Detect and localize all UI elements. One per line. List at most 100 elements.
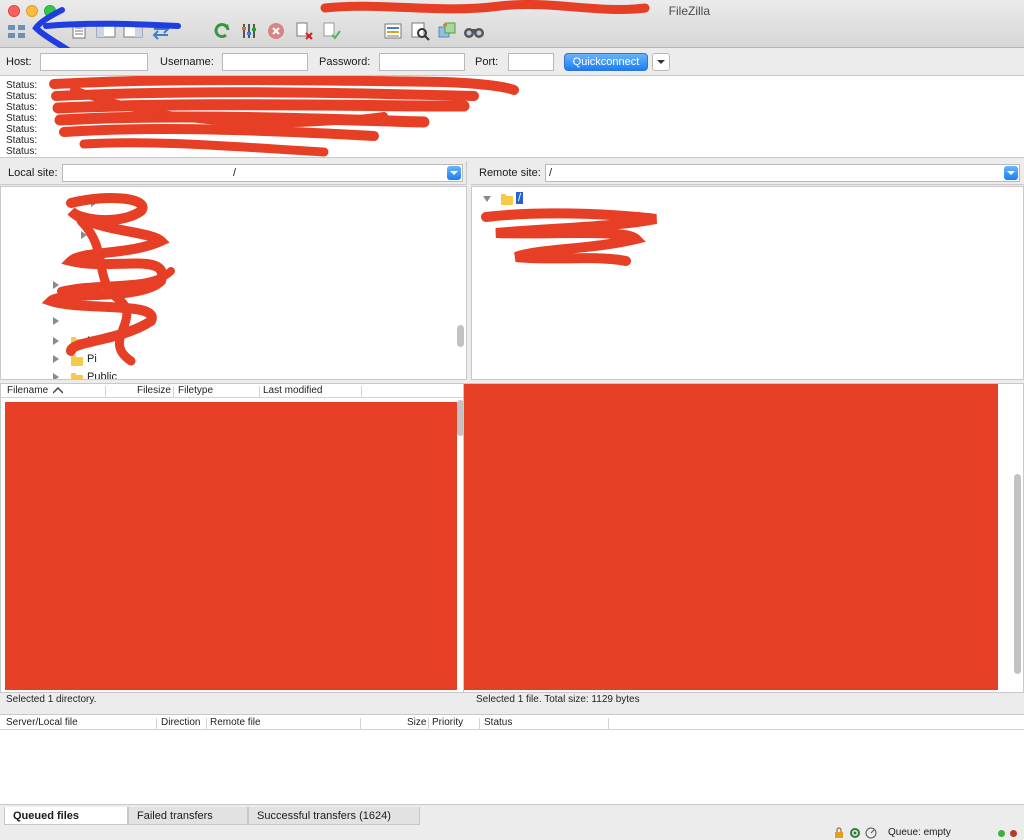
local-site-path-input[interactable]: / (62, 164, 463, 182)
collapse-arrow-icon[interactable] (483, 196, 491, 202)
message-log-icon[interactable] (68, 20, 90, 42)
local-tree-scrollbar[interactable] (457, 325, 464, 347)
window-zoom-button[interactable] (44, 5, 56, 17)
column-separator (173, 386, 174, 397)
expand-arrow-icon[interactable] (91, 199, 97, 207)
quickconnect-history-dropdown[interactable] (652, 53, 670, 71)
tree-item-label: ster (632, 210, 651, 222)
column-separator (428, 718, 429, 729)
column-status[interactable]: Status (484, 717, 512, 728)
remote-tree-icon[interactable] (122, 20, 144, 42)
expand-arrow-icon[interactable] (53, 355, 59, 363)
local-site-dropdown[interactable] (447, 166, 461, 180)
chevron-down-icon (450, 171, 458, 175)
log-line: Status: (6, 135, 38, 146)
username-input[interactable] (222, 53, 308, 71)
window-close-button[interactable] (8, 5, 20, 17)
transfer-queue-icon[interactable] (150, 20, 172, 42)
port-label: Port: (475, 56, 499, 68)
local-status: Selected 1 directory. (6, 694, 97, 705)
local-site-path: / (233, 167, 237, 179)
local-directory-tree[interactable]: M Pi Public (0, 186, 467, 380)
password-input[interactable] (379, 53, 465, 71)
disconnect-icon[interactable] (293, 20, 315, 42)
reconnect-icon[interactable] (320, 20, 342, 42)
remote-directory-tree[interactable]: / ster (471, 186, 1024, 380)
column-separator (156, 718, 157, 729)
log-line: Status: (6, 80, 38, 91)
expand-arrow-icon[interactable] (53, 299, 59, 307)
column-server-local-file[interactable]: Server/Local file (6, 717, 78, 728)
expand-arrow-icon[interactable] (53, 373, 59, 379)
remote-site-path-input[interactable]: / (545, 164, 1020, 182)
tree-item-label: M (87, 335, 97, 347)
folder-icon (71, 337, 83, 348)
log-redaction (49, 76, 519, 157)
expand-arrow-icon[interactable] (53, 281, 59, 289)
column-priority[interactable]: Priority (432, 717, 463, 728)
lock-icon (835, 827, 843, 838)
host-input[interactable] (40, 53, 148, 71)
local-file-list[interactable]: Filename Filesize Filetype Last modified (0, 383, 464, 693)
remote-root-item[interactable]: / (516, 192, 524, 204)
folder-icon (501, 194, 513, 205)
window-title: FileZilla (668, 4, 710, 18)
tab-successful-transfers[interactable]: Successful transfers (1624) (248, 807, 420, 825)
column-filename[interactable]: Filename (7, 385, 48, 396)
local-tree-icon[interactable] (95, 20, 117, 42)
local-file-list-redaction (5, 402, 457, 690)
column-separator (360, 718, 361, 729)
column-separator (259, 386, 260, 397)
column-size[interactable]: Size (407, 717, 426, 728)
search-icon[interactable] (463, 20, 485, 42)
log-line: Status: (6, 146, 38, 157)
column-remote-file[interactable]: Remote file (210, 717, 261, 728)
gear-icon[interactable] (849, 827, 861, 839)
column-separator (105, 386, 106, 397)
speed-limit-icon[interactable] (865, 827, 877, 839)
cancel-icon[interactable] (265, 20, 287, 42)
remote-site-dropdown[interactable] (1004, 166, 1018, 180)
sync-browse-icon[interactable] (436, 20, 458, 42)
download-activity-indicator (1010, 830, 1017, 837)
queue-header: Server/Local file Direction Remote file … (0, 716, 1024, 730)
port-input[interactable] (508, 53, 554, 71)
username-label: Username: (160, 56, 214, 68)
local-site-bar: Local site: / (0, 161, 467, 185)
folder-icon (71, 373, 83, 379)
directory-listing-filters-icon[interactable] (382, 20, 404, 42)
expand-arrow-icon[interactable] (53, 317, 59, 325)
upload-activity-indicator (998, 830, 1005, 837)
remote-file-list-redaction (464, 384, 998, 690)
expand-arrow-icon[interactable] (81, 231, 87, 239)
window-minimize-button[interactable] (26, 5, 38, 17)
chevron-down-icon (657, 60, 665, 64)
column-last-modified[interactable]: Last modified (263, 385, 322, 396)
column-separator (479, 718, 480, 729)
log-line: Status: (6, 91, 38, 102)
quickconnect-button[interactable]: Quickconnect (564, 53, 648, 71)
remote-file-list[interactable] (463, 383, 1024, 693)
remote-file-scrollbar[interactable] (1014, 474, 1021, 674)
column-filetype[interactable]: Filetype (178, 385, 213, 396)
refresh-icon[interactable] (211, 20, 233, 42)
expand-arrow-icon[interactable] (53, 337, 59, 345)
tab-queued-files[interactable]: Queued files (4, 807, 128, 825)
tab-failed-transfers[interactable]: Failed transfers (128, 807, 248, 825)
compare-icon[interactable] (409, 20, 431, 42)
process-queue-icon[interactable] (238, 20, 260, 42)
queue-tabs: Queued files Failed transfers Successful… (0, 804, 1024, 826)
quickconnect-bar: Host: Username: Password: Port: Quickcon… (0, 48, 1024, 76)
column-separator (206, 718, 207, 729)
message-log[interactable]: Status: Status: Status: Status: Status: … (0, 76, 1024, 158)
transfer-queue[interactable]: Server/Local file Direction Remote file … (0, 714, 1024, 804)
title-bar: FileZilla (0, 0, 1024, 48)
host-label: Host: (6, 56, 32, 68)
remote-site-path: / (549, 167, 553, 179)
column-direction[interactable]: Direction (161, 717, 200, 728)
site-manager-icon[interactable] (6, 20, 28, 42)
column-filesize[interactable]: Filesize (137, 385, 171, 396)
folder-icon (71, 355, 83, 366)
local-file-list-header: Filename Filesize Filetype Last modified (1, 384, 463, 398)
remote-site-bar: Remote site: / (471, 161, 1024, 185)
